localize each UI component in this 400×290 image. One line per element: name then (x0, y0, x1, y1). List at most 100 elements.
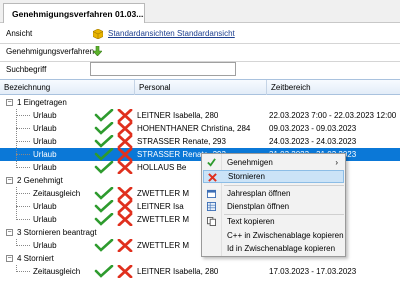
reject-icon[interactable] (117, 212, 133, 227)
row-personal: LEITNER Isabella, 280 (137, 267, 219, 276)
table-row[interactable]: Zeitausgleich LEITNER Isabella, 280 17.03.… (0, 264, 400, 279)
ansicht-selector[interactable]: Standardansichten Standardansicht (93, 28, 235, 39)
column-header-personal[interactable]: Personal (135, 80, 267, 95)
reject-icon[interactable] (117, 186, 133, 201)
row-personal: ZWETTLER M (137, 241, 189, 250)
menu-item-text-kopieren[interactable]: Text kopieren (203, 215, 344, 228)
reject-icon[interactable] (117, 147, 133, 162)
row-personal: LEITNER Isabella, 280 (137, 111, 219, 120)
approve-icon[interactable] (93, 160, 115, 174)
menu-item-label: Jahresplan öffnen (227, 189, 291, 198)
menu-item-jahresplan[interactable]: Jahresplan öffnen (203, 187, 344, 200)
table-row[interactable]: Urlaub STRASSER Renate, 293 24.03.2023 - 2… (0, 134, 400, 149)
row-personal: STRASSER Renate, 293 (137, 137, 226, 146)
approve-icon[interactable] (93, 199, 115, 213)
collapse-icon[interactable]: − (6, 229, 13, 236)
suchbegriff-row: Suchbegriff (0, 60, 400, 79)
genehmigungsverfahren-selector[interactable] (92, 45, 103, 58)
reject-icon[interactable] (117, 238, 133, 253)
menu-item-genehmigen[interactable]: Genehmigen › (203, 156, 344, 169)
arrow-down-icon (92, 45, 103, 56)
tree-connector (16, 193, 30, 194)
column-header-zeitbereich[interactable]: Zeitbereich (267, 80, 400, 95)
row-personal: ZWETTLER M (137, 189, 189, 198)
approve-icon[interactable] (93, 147, 115, 161)
row-type: Urlaub (33, 241, 57, 250)
table-row[interactable]: Urlaub HOHENTHANER Christina, 284 09.03.20… (0, 121, 400, 136)
row-type: Urlaub (33, 202, 57, 211)
cube-icon (93, 28, 103, 39)
group-label: 2 Genehmigt (17, 176, 63, 185)
menu-item-stornieren[interactable]: Stornieren (203, 170, 344, 183)
reject-icon[interactable] (117, 134, 133, 149)
approve-icon[interactable] (93, 238, 115, 252)
copy-icon (207, 217, 216, 226)
row-personal: ZWETTLER M (137, 215, 189, 224)
row-type: Urlaub (33, 215, 57, 224)
collapse-icon[interactable]: − (6, 177, 13, 184)
reject-icon[interactable] (117, 108, 133, 123)
menu-separator (224, 185, 344, 186)
group-label: 3 Stornieren beantragt (17, 228, 97, 237)
menu-item-dienstplan[interactable]: Dienstplan öffnen (203, 200, 344, 213)
row-personal: LEITNER Isa (137, 202, 184, 211)
reject-icon[interactable] (117, 121, 133, 136)
ansicht-label: Ansicht (6, 29, 33, 38)
reject-icon[interactable] (117, 199, 133, 214)
menu-item-label: Dienstplan öffnen (227, 202, 290, 211)
ansicht-value[interactable]: Standardansichten Standardansicht (108, 29, 235, 38)
menu-item-label: Stornieren (228, 172, 265, 181)
reject-icon[interactable] (117, 160, 133, 175)
menu-item-label: Genehmigen (227, 158, 273, 167)
context-menu: Genehmigen › Stornieren Jahresplan öffne… (201, 153, 346, 257)
column-header-bezeichnung[interactable]: Bezeichnung (0, 80, 135, 95)
tree-line (16, 187, 17, 220)
menu-item-id-kopieren[interactable]: Id in Zwischenablage kopieren (203, 242, 344, 255)
reject-icon[interactable] (117, 264, 133, 279)
row-personal: HOHENTHANER Christina, 284 (137, 124, 251, 133)
collapse-icon[interactable]: − (6, 255, 13, 262)
tree-line (16, 109, 17, 168)
tree-connector (16, 128, 30, 129)
approve-icon[interactable] (93, 134, 115, 148)
approve-icon[interactable] (93, 121, 115, 135)
group-label: 4 Storniert (17, 254, 54, 263)
tree-connector (16, 154, 30, 155)
search-input[interactable] (90, 62, 236, 76)
tab-title: Genehmigungsverfahren 01.03.... (12, 8, 145, 19)
row-type: Urlaub (33, 124, 57, 133)
schedule-icon (207, 202, 216, 211)
tree-connector (16, 271, 30, 272)
menu-item-cpp-kopieren[interactable]: C++ in Zwischenablage kopieren (203, 229, 344, 242)
check-icon (207, 158, 216, 167)
row-type: Urlaub (33, 137, 57, 146)
tree-connector (16, 245, 30, 246)
row-type: Urlaub (33, 111, 57, 120)
tree-line (16, 265, 17, 272)
collapse-icon[interactable]: − (6, 99, 13, 106)
row-type: Urlaub (33, 150, 57, 159)
table-row[interactable]: Urlaub LEITNER Isabella, 280 22.03.2023 7:… (0, 108, 400, 123)
ansicht-row: Ansicht Standardansichten Standardansich… (0, 24, 400, 44)
row-type: Zeitausgleich (33, 189, 81, 198)
approve-icon[interactable] (93, 186, 115, 200)
tab-genehmigungsverfahren[interactable]: Genehmigungsverfahren 01.03.... (3, 3, 145, 23)
group-row[interactable]: −1 Eingetragen (0, 96, 400, 109)
row-personal: HOLLAUS Be (137, 163, 187, 172)
genehmigungsverfahren-row: Genehmigungsverfahren (0, 42, 400, 62)
cross-icon (208, 173, 217, 182)
approve-icon[interactable] (93, 212, 115, 226)
row-zeitbereich: 17.03.2023 - 17.03.2023 (269, 267, 357, 276)
approve-icon[interactable] (93, 108, 115, 122)
row-type: Urlaub (33, 163, 57, 172)
tree-connector (16, 167, 30, 168)
tree-connector (16, 219, 30, 220)
tree-connector (16, 115, 30, 116)
approve-icon[interactable] (93, 264, 115, 278)
tree-line (16, 239, 17, 246)
group-label: 1 Eingetragen (17, 98, 67, 107)
menu-item-label: C++ in Zwischenablage kopieren (227, 231, 344, 240)
tab-bar: Genehmigungsverfahren 01.03.... (0, 0, 400, 23)
row-type: Zeitausgleich (33, 267, 81, 276)
row-zeitbereich: 09.03.2023 - 09.03.2023 (269, 124, 357, 133)
